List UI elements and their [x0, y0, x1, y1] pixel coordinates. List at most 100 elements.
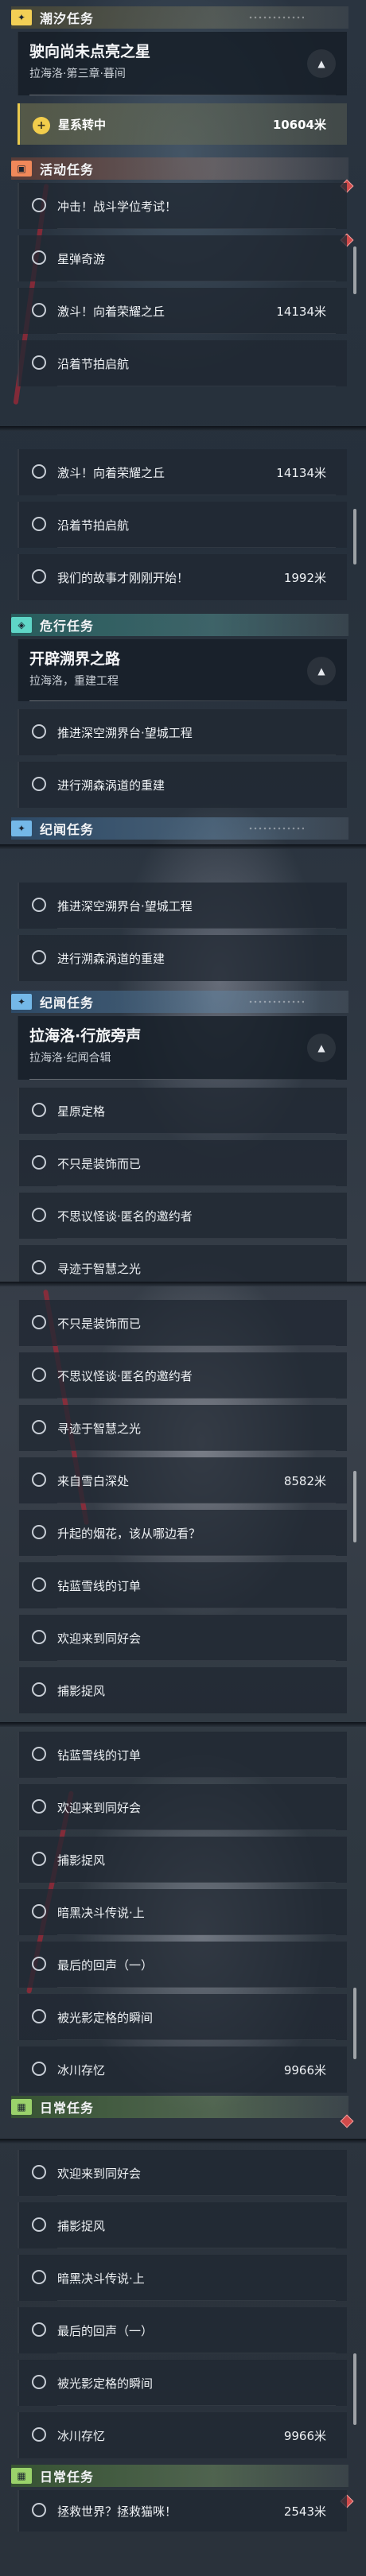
tracking-icon: + — [33, 117, 50, 134]
quest-item[interactable]: 钻蓝雪线的订单 — [18, 1732, 347, 1778]
scrollbar[interactable] — [353, 246, 356, 294]
circle-icon — [32, 2062, 46, 2076]
quest-item[interactable]: 星原定格 — [18, 1088, 347, 1134]
quest-item[interactable]: 来自雪白深处 8582米 — [18, 1457, 347, 1503]
quest-item[interactable]: 冰川存忆 9966米 — [18, 2046, 347, 2093]
quest-item[interactable]: 被光影定格的瞬间 — [18, 2360, 347, 2406]
circle-icon — [32, 1799, 46, 1814]
quest-item[interactable]: 升起的烟花，该从哪边看？ — [18, 1510, 347, 1556]
screenshot-divider — [0, 1282, 366, 1286]
screenshot-divider — [0, 426, 366, 431]
calendar-icon: ▦ — [11, 2468, 32, 2484]
quest-item[interactable]: 捕影捉风 — [18, 2202, 347, 2248]
distance: 8582米 — [283, 1474, 326, 1488]
quest-item[interactable]: 我们的故事才刚刚开始！ 1992米 — [18, 554, 347, 600]
quest-item[interactable]: 进行溯森涡道的重建 — [18, 762, 347, 808]
category-chronicle[interactable]: ✦ 纪闻任务 — [11, 991, 348, 1013]
quest-item[interactable]: 钻蓝雪线的订单 — [18, 1562, 347, 1608]
circle-icon — [32, 1682, 46, 1697]
quest-header-main[interactable]: 驶向尚未点亮之星 拉海洛·第三章·暮间 ▲ — [18, 32, 347, 95]
circle-icon — [32, 1103, 46, 1117]
quest-item[interactable]: 被光影定格的瞬间 — [18, 1994, 347, 2040]
quest-item[interactable]: 沿着节拍启航 — [18, 340, 347, 386]
distance: 14134米 — [276, 466, 326, 480]
quest-item[interactable]: 冰川存忆 9966米 — [18, 2412, 347, 2458]
decorative-dots — [248, 999, 304, 1004]
category-danger[interactable]: ◈ 危行任务 — [11, 614, 348, 636]
divider — [29, 700, 336, 701]
quest-item[interactable]: 最后的回声（一） — [18, 1942, 347, 1988]
circle-icon — [32, 1155, 46, 1170]
circle-icon — [32, 1577, 46, 1592]
circle-icon — [32, 2375, 46, 2389]
quest-item[interactable]: 冲击！战斗学位考试！ — [18, 183, 347, 229]
shield-icon: ◈ — [11, 617, 32, 633]
category-daily[interactable]: ▦ 日常任务 — [11, 2465, 348, 2487]
decorative-dots — [248, 826, 304, 831]
quest-item[interactable]: 沿着节拍启航 — [18, 502, 347, 548]
scrollbar[interactable] — [353, 509, 356, 564]
circle-icon — [32, 724, 46, 739]
scrollbar[interactable] — [353, 1471, 356, 1542]
collapse-button[interactable]: ▲ — [307, 657, 336, 685]
circle-icon — [32, 1368, 46, 1382]
category-tide[interactable]: ✦ 潮汐任务 — [11, 6, 348, 29]
circle-icon — [32, 950, 46, 964]
quest-item-tracking[interactable]: + 星系转中 10604米 — [18, 103, 347, 145]
quest-item[interactable]: 推进深空溯界台·望城工程 — [18, 883, 347, 929]
chevron-up-icon: ▲ — [317, 58, 325, 69]
circle-icon — [32, 1260, 46, 1274]
quest-item[interactable]: 暗黑决斗传说·上 — [18, 1889, 347, 1935]
calendar-icon: ▦ — [11, 2099, 32, 2115]
quest-item[interactable]: 不思议怪谈·匿名的邀约者 — [18, 1193, 347, 1239]
distance: 9966米 — [283, 2429, 326, 2443]
quest-item[interactable]: 捕影捉风 — [18, 1667, 347, 1713]
circle-icon — [32, 1525, 46, 1539]
quest-item[interactable]: 暗黑决斗传说·上 — [18, 2255, 347, 2301]
chevron-up-icon: ▲ — [317, 665, 325, 677]
quest-item[interactable]: 寻迹于智慧之光 — [18, 1405, 347, 1451]
quest-item[interactable]: 激斗！向着荣耀之丘 14134米 — [18, 449, 347, 495]
quest-item[interactable]: 不思议怪谈·匿名的邀约者 — [18, 1352, 347, 1399]
quest-item[interactable]: 寻迹于智慧之光 — [18, 1245, 347, 1282]
category-daily[interactable]: ▦ 日常任务 — [11, 2096, 348, 2118]
quest-item[interactable]: 拯救世界？拯救猫咪！ 2543米 — [18, 2490, 347, 2531]
category-activity[interactable]: ▣ 活动任务 — [11, 157, 348, 180]
circle-icon — [32, 1630, 46, 1644]
circle-icon — [32, 464, 46, 479]
quest-item[interactable]: 欢迎来到同好会 — [18, 1615, 347, 1661]
quest-item[interactable]: 最后的回声（一） — [18, 2307, 347, 2353]
quest-item[interactable]: 进行溯森涡道的重建 — [18, 935, 347, 981]
circle-icon — [32, 355, 46, 370]
scrollbar[interactable] — [353, 2353, 356, 2425]
ticket-icon: ▣ — [11, 161, 32, 177]
collapse-button[interactable]: ▲ — [307, 1034, 336, 1062]
decorative-dots — [248, 15, 304, 20]
circle-icon — [32, 1904, 46, 1918]
circle-icon — [32, 1208, 46, 1222]
compass-icon: ✦ — [11, 994, 32, 1010]
circle-icon — [32, 1315, 46, 1329]
circle-icon — [32, 2503, 46, 2517]
quest-header-chronicle[interactable]: 拉海洛·行旅旁声 拉海洛·纪闻合辑 ▲ — [18, 1016, 347, 1080]
quest-item[interactable]: 推进深空溯界台·望城工程 — [18, 709, 347, 755]
quest-item[interactable]: 捕影捉风 — [18, 1837, 347, 1883]
quest-item[interactable]: 欢迎来到同好会 — [18, 2150, 347, 2196]
circle-icon — [32, 1420, 46, 1434]
quest-item[interactable]: 激斗！向着荣耀之丘 14134米 — [18, 288, 347, 334]
distance: 1992米 — [283, 571, 326, 585]
collapse-button[interactable]: ▲ — [307, 49, 336, 78]
quest-item[interactable]: 欢迎来到同好会 — [18, 1784, 347, 1830]
circle-icon — [32, 2165, 46, 2179]
circle-icon — [32, 898, 46, 912]
quest-header-danger[interactable]: 开辟溯界之路 拉海洛，重建工程 ▲ — [18, 639, 347, 701]
quest-item[interactable]: 不只是装饰而已 — [18, 1140, 347, 1186]
quest-item[interactable]: 星弹奇游 — [18, 235, 347, 281]
circle-icon — [32, 777, 46, 791]
screenshot-divider — [0, 2139, 366, 2143]
quest-subtitle: 拉海洛·纪闻合辑 — [29, 1052, 111, 1065]
circle-icon — [32, 303, 46, 317]
quest-item[interactable]: 不只是装饰而已 — [18, 1300, 347, 1346]
category-chronicle[interactable]: ✦ 纪闻任务 — [11, 817, 348, 840]
scrollbar[interactable] — [353, 1988, 356, 2059]
